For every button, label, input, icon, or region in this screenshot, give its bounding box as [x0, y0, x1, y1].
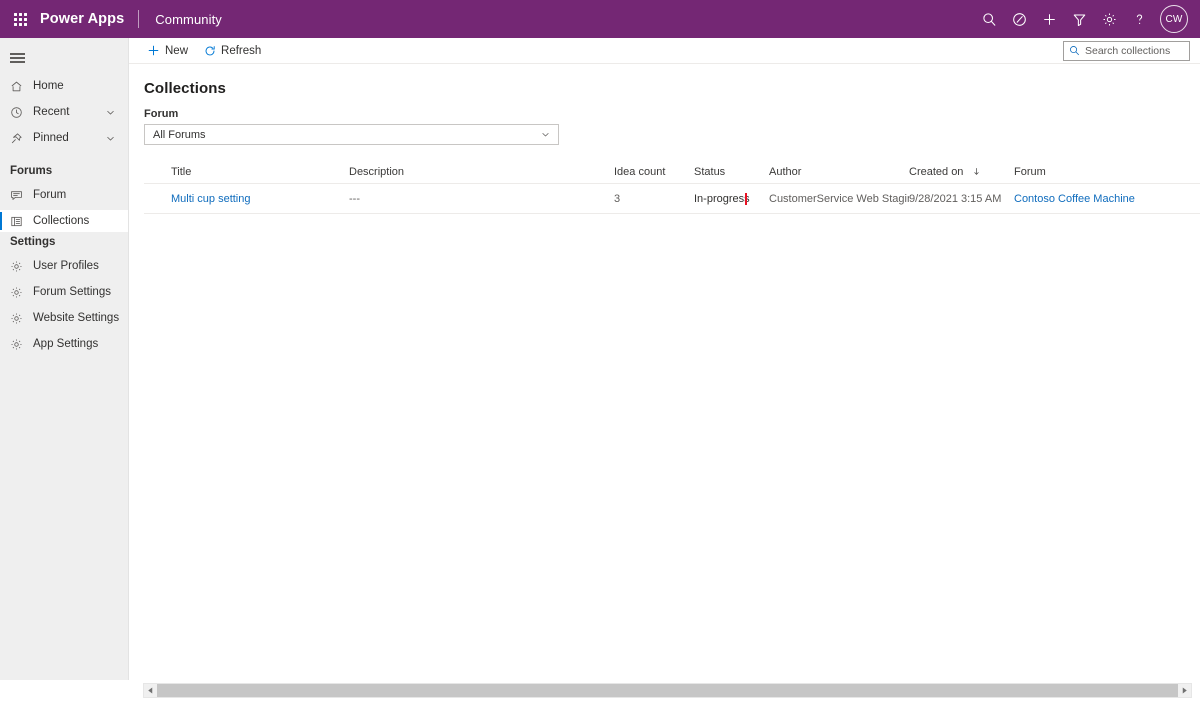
cell-idea-count: 3: [614, 192, 621, 205]
table-row[interactable]: Multi cup setting --- 3 In-progress Cust…: [144, 184, 1200, 214]
sidebar-item-app-settings[interactable]: App Settings: [0, 333, 128, 355]
sidebar-item-user-profiles[interactable]: User Profiles: [0, 255, 128, 277]
suite-actions: CW: [974, 0, 1200, 38]
chevron-down-icon: [540, 129, 551, 140]
avatar[interactable]: CW: [1160, 5, 1188, 33]
column-header-description[interactable]: Description: [349, 166, 614, 178]
collections-list-icon: [10, 215, 28, 228]
collection-title-link[interactable]: Multi cup setting: [171, 193, 250, 205]
forum-filter-dropdown[interactable]: All Forums: [144, 124, 559, 145]
clock-icon: [10, 106, 28, 119]
page-title: Collections: [144, 80, 226, 97]
chevron-down-icon[interactable]: [105, 107, 128, 118]
sidebar-group-forums: Forum Collections: [0, 184, 128, 232]
forum-filter: Forum All Forums: [129, 97, 1200, 145]
refresh-button-label: Refresh: [221, 44, 262, 57]
sidebar-item-label: Pinned: [33, 132, 69, 144]
brand-title[interactable]: Power Apps: [40, 11, 136, 27]
scrollbar-thumb[interactable]: [157, 684, 1178, 697]
sidebar-item-pinned[interactable]: Pinned: [0, 127, 128, 149]
collections-grid: Title Description Idea count Status Auth…: [129, 161, 1200, 214]
home-icon: [10, 80, 28, 93]
plus-icon: [147, 44, 160, 57]
cell-forum: Contoso Coffee Machine: [1014, 193, 1174, 205]
gear-icon: [10, 338, 28, 351]
sidebar-item-label: Website Settings: [33, 312, 120, 324]
settings-gear-icon[interactable]: [1094, 0, 1124, 38]
horizontal-scrollbar[interactable]: [143, 683, 1192, 698]
column-header-created-on-label: Created on: [909, 165, 964, 178]
caret-right-icon[interactable]: [1178, 684, 1191, 697]
app-name-label[interactable]: Community: [141, 12, 222, 27]
search-collections-input[interactable]: Search collections: [1063, 40, 1190, 61]
filter-icon[interactable]: [1064, 0, 1094, 38]
cell-status: In-progress: [694, 192, 769, 205]
cell-description: ---: [349, 192, 360, 205]
sidebar-item-recent[interactable]: Recent: [0, 101, 128, 123]
waffle-grid: [13, 12, 27, 26]
cell-title: Multi cup setting: [144, 193, 349, 205]
sidebar-primary-list: Home Recent Pinned: [0, 75, 128, 149]
sidebar-item-label: App Settings: [33, 338, 99, 350]
arrow-down-icon: [972, 167, 981, 179]
sidebar-item-label: Collections: [33, 215, 90, 227]
forum-filter-value: All Forums: [153, 128, 206, 141]
search-icon: [1069, 45, 1080, 56]
sidebar-item-website-settings[interactable]: Website Settings: [0, 307, 128, 329]
grid-header-row: Title Description Idea count Status Auth…: [144, 161, 1200, 184]
sidebar-group-title-forums: Forums: [10, 165, 53, 177]
app-launcher-waffle-icon[interactable]: [0, 0, 40, 38]
brand-divider: [138, 10, 140, 28]
help-icon[interactable]: [1124, 0, 1154, 38]
gear-icon: [10, 312, 28, 325]
sidebar-item-label: Home: [33, 80, 64, 92]
new-button[interactable]: New: [139, 38, 196, 64]
new-button-label: New: [165, 44, 189, 57]
sidebar-group-settings: User Profiles Forum Settings Website Set…: [0, 255, 128, 355]
command-bar: New Refresh Search collections: [129, 38, 1200, 64]
suite-header-bar: Power Apps Community CW: [0, 0, 1200, 38]
caret-left-icon[interactable]: [144, 684, 157, 697]
column-header-title[interactable]: Title: [144, 166, 349, 178]
main-content: Collections Forum All Forums Title Descr…: [129, 64, 1200, 680]
forum-icon: [10, 189, 28, 202]
sidebar-item-label: Recent: [33, 106, 70, 118]
column-header-forum[interactable]: Forum: [1014, 166, 1174, 178]
gear-icon: [10, 260, 28, 273]
column-header-created-on[interactable]: Created on: [909, 166, 1014, 179]
sidebar-item-forum-settings[interactable]: Forum Settings: [0, 281, 128, 303]
sidebar-item-label: User Profiles: [33, 260, 99, 272]
cell-created-on: 9/28/2021 3:15 AM: [909, 192, 1002, 205]
sidebar-item-label: Forum: [33, 189, 67, 201]
sidebar-item-collections[interactable]: Collections: [0, 210, 128, 232]
pin-icon: [10, 132, 28, 145]
search-icon[interactable]: [974, 0, 1004, 38]
cell-author: CustomerService Web Staging: [769, 192, 909, 205]
scrollbar-track[interactable]: [157, 684, 1178, 697]
sidebar-item-home[interactable]: Home: [0, 75, 128, 97]
forum-filter-label: Forum: [144, 108, 179, 120]
column-header-idea-count[interactable]: Idea count: [614, 166, 694, 178]
sidebar-item-label: Forum Settings: [33, 286, 111, 298]
sidebar-item-forum[interactable]: Forum: [0, 184, 128, 206]
column-header-status[interactable]: Status: [694, 166, 769, 178]
sidebar: Home Recent Pinned Forums Forum Collecti…: [0, 38, 129, 680]
sidebar-group-title-settings: Settings: [10, 236, 56, 248]
column-header-author[interactable]: Author: [769, 166, 909, 178]
status-badge: In-progress: [694, 192, 750, 205]
environment-icon[interactable]: [1004, 0, 1034, 38]
search-placeholder: Search collections: [1085, 44, 1171, 57]
refresh-icon: [204, 45, 216, 57]
gear-icon: [10, 286, 28, 299]
forum-link[interactable]: Contoso Coffee Machine: [1014, 193, 1135, 205]
refresh-button[interactable]: Refresh: [196, 38, 269, 64]
hamburger-menu-icon[interactable]: [0, 47, 128, 69]
add-icon[interactable]: [1034, 0, 1064, 38]
chevron-down-icon[interactable]: [105, 133, 128, 144]
